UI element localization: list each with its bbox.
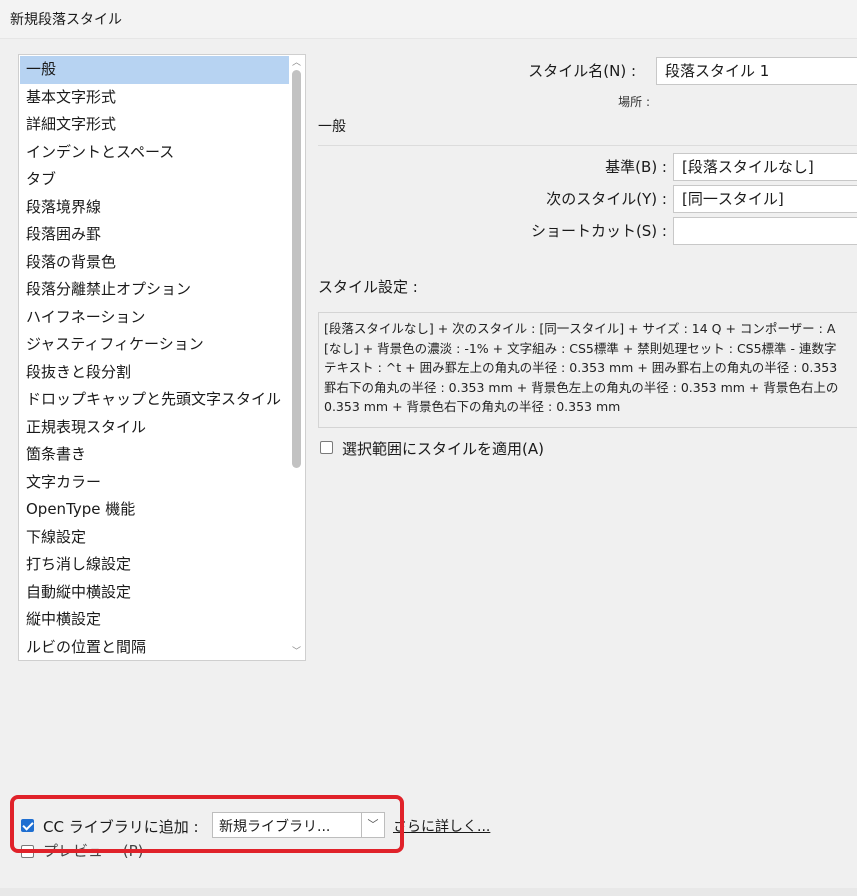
category-item[interactable]: 段落境界線 (20, 194, 290, 222)
style-settings-line: [段落スタイルなし] + 次のスタイル : [同一スタイル] + サイズ : 1… (324, 321, 836, 336)
category-item[interactable]: 段落囲み罫 (20, 221, 290, 249)
category-item[interactable]: タブ (20, 166, 290, 194)
scroll-down-icon[interactable]: ﹀ (289, 645, 304, 659)
next-style-select[interactable]: [同一スタイル] (673, 185, 857, 213)
category-item[interactable]: 一般 (20, 56, 290, 84)
category-item[interactable]: ハイフネーション (20, 304, 290, 332)
category-list[interactable]: 一般 基本文字形式 詳細文字形式 インデントとスペース タブ 段落境界線 段落囲み罫 段落の背… (18, 54, 306, 661)
style-settings-line: [なし] + 背景色の濃淡 : -1% + 文字組み : CS5標準 + 禁則処… (324, 340, 837, 356)
section-title: 一般 (318, 119, 346, 135)
category-item[interactable]: 段落の背景色 (20, 249, 290, 277)
category-item[interactable]: 自動縦中横設定 (20, 579, 290, 607)
category-item[interactable]: ルビの位置と間隔 (20, 634, 290, 661)
style-settings-text: [段落スタイルなし] + 次のスタイル : [同一スタイル] + サイズ : 1… (318, 312, 857, 428)
section-divider (318, 145, 857, 146)
annotation-highlight (10, 795, 404, 853)
apply-to-selection-checkbox[interactable] (320, 441, 333, 454)
category-item[interactable]: 下線設定 (20, 524, 290, 552)
shortcut-label: ショートカット(S) : (530, 222, 667, 240)
category-item[interactable]: ドロップキャップと先頭文字スタイル (20, 386, 290, 414)
category-item[interactable]: インデントとスペース (20, 139, 290, 167)
scroll-thumb[interactable] (292, 70, 301, 468)
category-item[interactable]: 詳細文字形式 (20, 111, 290, 139)
category-item[interactable]: 打ち消し線設定 (20, 551, 290, 579)
category-item[interactable]: 段落分離禁止オプション (20, 276, 290, 304)
dialog-bottom-edge (0, 888, 857, 896)
category-items: 一般 基本文字形式 詳細文字形式 インデントとスペース タブ 段落境界線 段落囲み罫 段落の背… (20, 56, 290, 661)
style-settings-label: スタイル設定 : (318, 278, 418, 296)
scroll-up-icon[interactable]: ︿ (289, 56, 304, 70)
style-name-label: スタイル名(N) : (528, 62, 636, 80)
based-on-select[interactable]: [段落スタイルなし] (673, 153, 857, 181)
based-on-label: 基準(B) : (605, 158, 667, 176)
category-item[interactable]: 正規表現スタイル (20, 414, 290, 442)
window-title: 新規段落スタイル (10, 12, 122, 28)
style-name-input[interactable]: 段落スタイル 1 (656, 57, 857, 85)
apply-to-selection-label: 選択範囲にスタイルを適用(A) (342, 440, 544, 458)
next-style-label: 次のスタイル(Y) : (546, 190, 667, 208)
location-label: 場所 : (618, 95, 650, 109)
style-settings-line: 0.353 mm + 背景色右下の角丸の半径 : 0.353 mm (324, 399, 621, 414)
category-item[interactable]: 基本文字形式 (20, 84, 290, 112)
category-item[interactable]: ジャスティフィケーション (20, 331, 290, 359)
title-bar: 新規段落スタイル (0, 0, 857, 39)
category-item[interactable]: 文字カラー (20, 469, 290, 497)
category-scrollbar[interactable]: ︿ ﹀ (289, 56, 304, 659)
style-settings-line: テキスト : ^t + 囲み罫左上の角丸の半径 : 0.353 mm + 囲み罫… (324, 360, 838, 375)
category-item[interactable]: 縦中横設定 (20, 606, 290, 634)
style-settings-line: 罫右下の角丸の半径 : 0.353 mm + 背景色左上の角丸の半径 : 0.3… (324, 379, 839, 395)
category-item[interactable]: OpenType 機能 (20, 496, 290, 524)
category-item[interactable]: 段抜きと段分割 (20, 359, 290, 387)
shortcut-input[interactable] (673, 217, 857, 245)
learn-more-link[interactable]: さらに詳しく... (393, 816, 490, 836)
category-item[interactable]: 箇条書き (20, 441, 290, 469)
